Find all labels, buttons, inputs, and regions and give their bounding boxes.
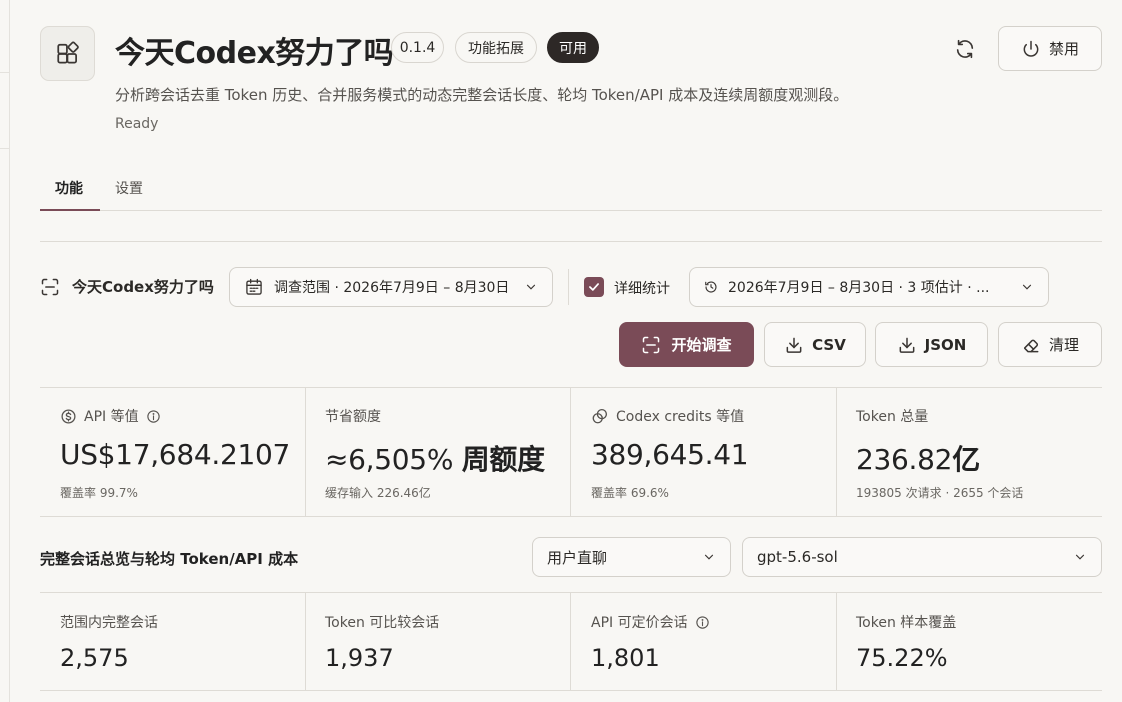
panel-heading-label: 今天Codex努力了吗: [72, 278, 214, 296]
savings-label: 节省额度: [325, 409, 381, 425]
scan-icon: [643, 336, 660, 353]
history-icon: [705, 281, 717, 293]
metric-separator: [570, 388, 571, 516]
clear-button[interactable]: 清理: [998, 322, 1102, 367]
api-equivalent-label: API 等值: [84, 409, 139, 425]
disable-button[interactable]: 禁用: [998, 26, 1102, 71]
cached-input-text: 缓存输入 226.46亿: [325, 486, 431, 500]
export-csv-label: CSV: [812, 335, 846, 354]
token-total-value: 236.82亿: [856, 438, 980, 478]
metrics-bottom-border: [40, 516, 1102, 517]
credits-value: 389,645.41: [591, 438, 749, 471]
toolbar-separator: [568, 269, 569, 305]
estimate-select-value: 2026年7月9日 – 8月30日 · 3 项估计 · ...: [728, 280, 990, 296]
token-total-number: 236.82: [856, 443, 953, 476]
start-scan-label: 开始调查: [671, 336, 732, 354]
eraser-icon: [1023, 339, 1039, 352]
chevron-down-icon: [704, 554, 714, 560]
scan-icon: [41, 278, 59, 295]
sample-coverage-value: 75.22%: [856, 644, 948, 672]
model-select-value: gpt-5.6-sol: [757, 548, 838, 566]
start-scan-button[interactable]: 开始调查: [619, 322, 754, 367]
savings-unit: 周额度: [461, 443, 545, 476]
complete-sessions-label: 范围内完整会话: [60, 615, 158, 631]
dollar-icon: [61, 408, 76, 424]
mode-select[interactable]: 用户直聊: [532, 537, 731, 577]
credits-label: Codex credits 等值: [616, 409, 745, 425]
panel-heading: 今天Codex努力了吗: [40, 276, 214, 297]
disable-label: 禁用: [1048, 40, 1079, 58]
metric-card-credits-label: Codex credits 等值: [591, 406, 744, 426]
tab-features[interactable]: 功能: [55, 178, 83, 198]
priced-sessions-label: API 可定价会话: [591, 615, 688, 631]
refresh-icon: [956, 39, 974, 59]
complete-sessions-value: 2,575: [60, 644, 129, 672]
chevron-down-icon: [526, 284, 536, 290]
chevron-down-icon: [1075, 554, 1085, 560]
section-divider: [40, 241, 1102, 242]
power-icon: [1023, 40, 1039, 57]
download-icon: [786, 337, 802, 353]
priced-sessions-label-row: API 可定价会话: [591, 612, 710, 632]
calendar-icon: [246, 278, 262, 295]
overview-top-border: [40, 592, 1102, 593]
range-select[interactable]: 调查范围 · 2026年7月9日 – 8月30日: [229, 267, 553, 307]
coins-icon: [592, 408, 608, 424]
savings-percent: ≈6,505%: [325, 443, 454, 476]
detail-stats-checkbox[interactable]: [584, 277, 604, 297]
chevron-down-icon: [1022, 284, 1032, 290]
availability-badge: 可用: [547, 32, 599, 63]
sample-coverage-label: Token 样本覆盖: [856, 615, 957, 631]
detail-stats-label[interactable]: 详细统计: [614, 278, 670, 298]
version-badge: 0.1.4: [391, 32, 444, 63]
metric-separator: [836, 388, 837, 516]
extension-description: 分析跨会话去重 Token 历史、合并服务模式的动态完整会话长度、轮均 Toke…: [115, 86, 849, 104]
category-badge: 功能拓展: [455, 32, 537, 63]
info-icon[interactable]: [146, 409, 161, 424]
mode-select-value: 用户直聊: [547, 548, 608, 567]
overview-separator: [836, 593, 837, 690]
status-text: Ready: [115, 116, 159, 132]
export-json-label: JSON: [924, 335, 967, 354]
blocks-icon: [56, 41, 79, 64]
request-session-count: 193805 次请求 · 2655 个会话: [856, 486, 1024, 500]
credits-coverage: 覆盖率 69.6%: [591, 486, 669, 500]
left-sidebar-edge: [0, 0, 10, 702]
overview-separator: [570, 593, 571, 690]
range-select-value: 调查范围 · 2026年7月9日 – 8月30日: [274, 280, 510, 296]
refresh-button[interactable]: [950, 34, 980, 64]
clear-label: 清理: [1048, 336, 1079, 354]
overview-separator: [305, 593, 306, 690]
tabs-divider: [40, 210, 1102, 211]
estimate-select[interactable]: 2026年7月9日 – 8月30日 · 3 项估计 · ...: [689, 267, 1049, 307]
tab-settings[interactable]: 设置: [115, 178, 143, 198]
export-json-button[interactable]: JSON: [875, 322, 988, 367]
metrics-top-border: [40, 387, 1102, 388]
overview-title: 完整会话总览与轮均 Token/API 成本: [40, 550, 299, 568]
extension-title: 今天Codex努力了吗: [115, 36, 394, 71]
download-icon: [899, 337, 915, 353]
comparable-sessions-value: 1,937: [325, 644, 394, 672]
overview-bottom-border: [40, 690, 1102, 691]
token-total-unit: 亿: [952, 443, 980, 476]
export-csv-button[interactable]: CSV: [764, 322, 866, 367]
api-equivalent-coverage: 覆盖率 99.7%: [60, 486, 138, 500]
metric-separator: [305, 388, 306, 516]
savings-value: ≈6,505% 周额度: [325, 438, 545, 478]
api-equivalent-value: US$17,684.2107: [60, 438, 291, 471]
model-select[interactable]: gpt-5.6-sol: [742, 537, 1102, 577]
info-icon[interactable]: [695, 615, 710, 630]
extension-icon: [40, 26, 95, 81]
priced-sessions-value: 1,801: [591, 644, 660, 672]
comparable-sessions-label: Token 可比较会话: [325, 615, 440, 631]
check-icon: [589, 283, 599, 291]
token-total-label: Token 总量: [856, 409, 929, 425]
metric-card-api-label: API 等值: [60, 406, 161, 426]
active-tab-indicator: [40, 209, 100, 211]
